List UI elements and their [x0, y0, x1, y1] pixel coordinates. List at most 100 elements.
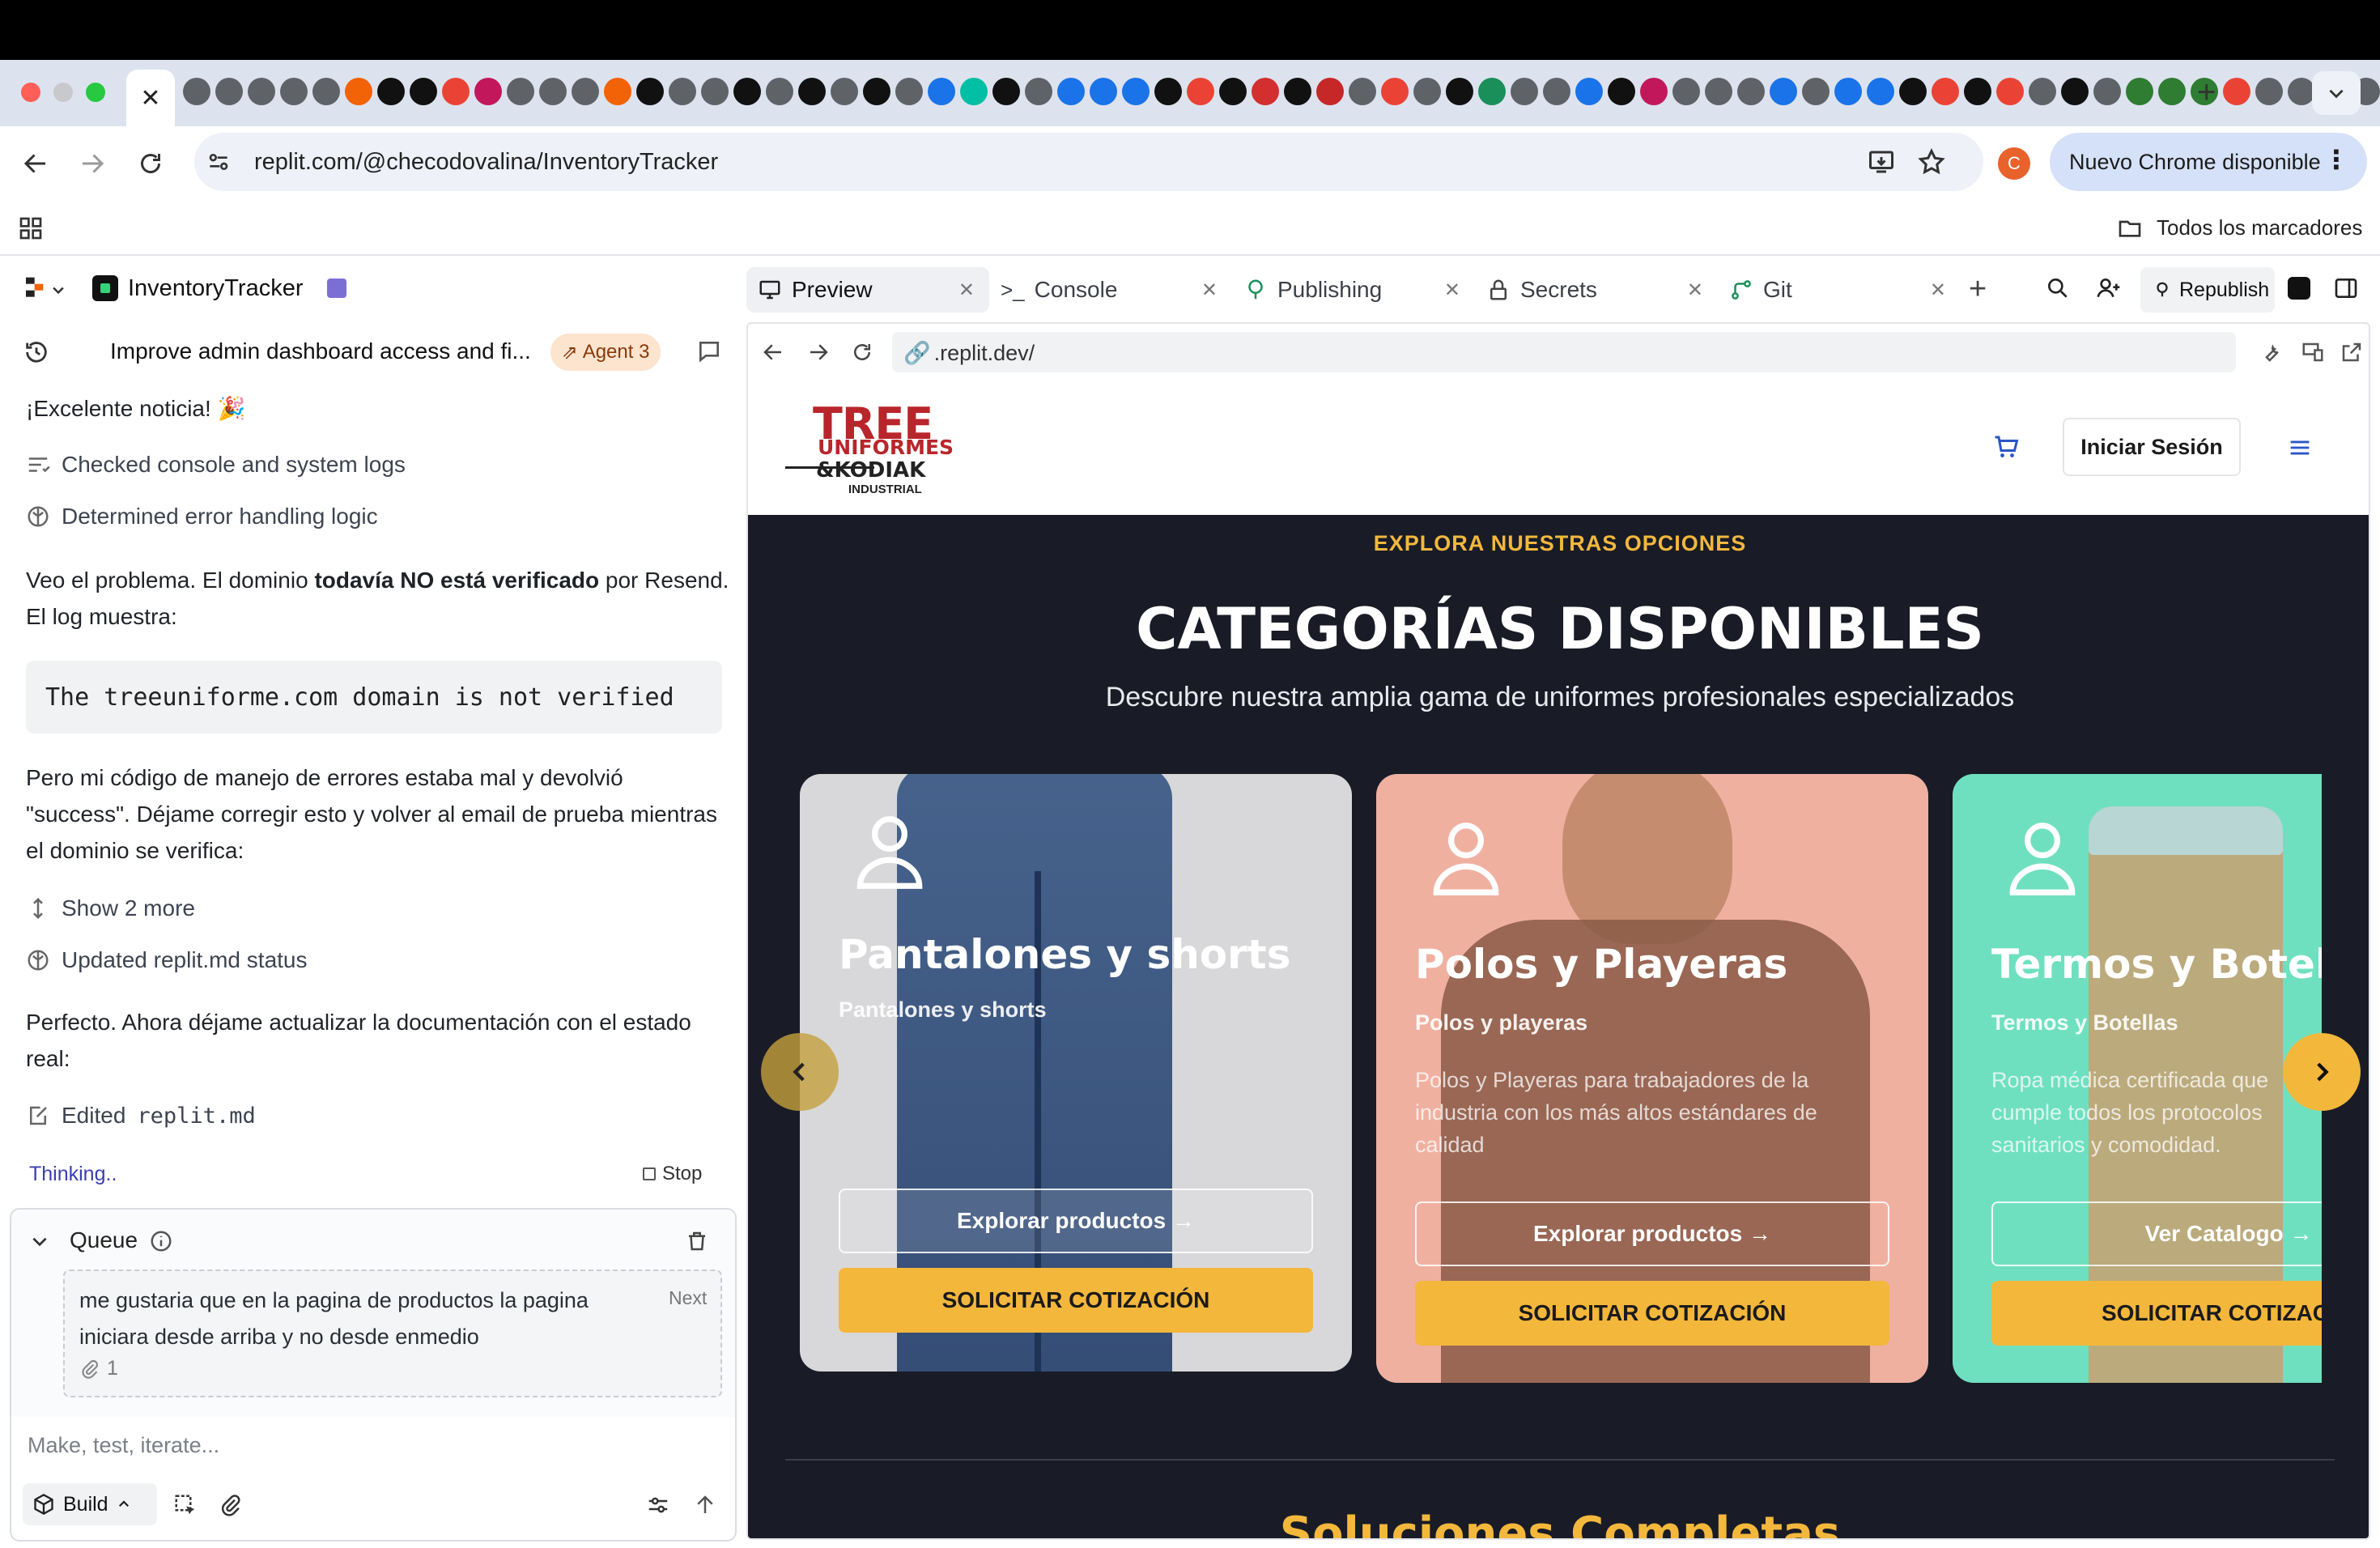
- paperclip-icon[interactable]: [219, 1493, 243, 1517]
- pinned-tab-favicon-icon[interactable]: [636, 78, 664, 105]
- show-more-button[interactable]: Show 2 more: [26, 895, 195, 921]
- close-icon[interactable]: ✕: [1930, 279, 1946, 302]
- pinned-tab-favicon-icon[interactable]: [1025, 78, 1052, 105]
- site-logo[interactable]: TREE UNIFORMES &KODIAK INDUSTRIAL: [785, 398, 954, 499]
- pinned-tab-favicon-icon[interactable]: [1964, 78, 1991, 105]
- back-arrow-icon[interactable]: [21, 149, 50, 178]
- republish-button[interactable]: Republish: [2140, 267, 2275, 313]
- request-quote-button[interactable]: SOLICITAR COTIZACIÓN: [1415, 1281, 1889, 1346]
- pinned-tab-favicon-icon[interactable]: [701, 78, 729, 105]
- close-window-button[interactable]: [21, 83, 40, 102]
- request-quote-button[interactable]: SOLICITAR COTIZACIÓN: [839, 1268, 1313, 1333]
- pinned-tab-favicon-icon[interactable]: [280, 78, 308, 105]
- pinned-tab-favicon-icon[interactable]: [1316, 78, 1344, 105]
- install-app-icon[interactable]: [1867, 147, 1896, 176]
- info-icon[interactable]: [149, 1229, 173, 1253]
- pinned-tab-favicon-icon[interactable]: [2061, 78, 2089, 105]
- pinned-tab-favicon-icon[interactable]: [1187, 78, 1214, 105]
- replit-logo-icon[interactable]: [23, 275, 49, 301]
- pinned-tab-favicon-icon[interactable]: [2093, 78, 2121, 105]
- pinned-tab-favicon-icon[interactable]: [1284, 78, 1311, 105]
- carousel-prev-button[interactable]: [761, 1033, 839, 1111]
- pinned-tab-favicon-icon[interactable]: [1640, 78, 1668, 105]
- reload-icon[interactable]: [136, 149, 165, 178]
- pinned-tab-favicon-icon[interactable]: [766, 78, 793, 105]
- sidebar-toggle-icon[interactable]: [2333, 275, 2359, 301]
- pinned-tab-favicon-icon[interactable]: [1575, 78, 1603, 105]
- chrome-update-button[interactable]: Nuevo Chrome disponible ⋮: [2050, 133, 2367, 191]
- maximize-window-button[interactable]: [86, 83, 105, 102]
- site-settings-icon[interactable]: [206, 149, 232, 175]
- pinned-tab-favicon-icon[interactable]: [733, 78, 761, 105]
- category-card-thermos[interactable]: Termos y Botellas Termos y Botellas Ropa…: [1953, 774, 2322, 1383]
- pinned-tab-favicon-icon[interactable]: [1899, 78, 1927, 105]
- pinned-tab-favicon-icon[interactable]: [1090, 78, 1117, 105]
- minimize-window-button[interactable]: [53, 83, 73, 102]
- chevron-down-icon[interactable]: [29, 1231, 50, 1252]
- category-card-polos[interactable]: Polos y Playeras Polos y playeras Polos …: [1376, 774, 1928, 1383]
- forward-arrow-icon[interactable]: [78, 149, 107, 178]
- send-arrow-icon[interactable]: [693, 1493, 717, 1517]
- pinned-tab-favicon-icon[interactable]: [2255, 78, 2283, 105]
- tab-search-button[interactable]: [2312, 71, 2361, 115]
- reload-icon[interactable]: [850, 340, 874, 364]
- forward-arrow-icon[interactable]: [806, 340, 831, 364]
- pinned-tab-favicon-icon[interactable]: [1154, 78, 1182, 105]
- cart-icon[interactable]: [1991, 432, 2021, 461]
- pinned-tab-favicon-icon[interactable]: [1672, 78, 1700, 105]
- pinned-tab-favicon-icon[interactable]: [1770, 78, 1797, 105]
- chat-input[interactable]: Make, test, iterate...: [28, 1433, 720, 1474]
- close-icon[interactable]: ✕: [1201, 279, 1218, 302]
- address-bar[interactable]: replit.com/@checodovalina/InventoryTrack…: [194, 133, 1983, 191]
- pinned-tab-favicon-icon[interactable]: [1737, 78, 1765, 105]
- tab-console[interactable]: >_ Console ✕: [989, 267, 1232, 313]
- pinned-tab-favicon-icon[interactable]: [863, 78, 890, 105]
- pinned-tab-favicon-icon[interactable]: [410, 78, 437, 105]
- pinned-tab-favicon-icon[interactable]: [2158, 78, 2186, 105]
- pinned-tab-favicon-icon[interactable]: [507, 78, 534, 105]
- back-arrow-icon[interactable]: [761, 340, 785, 364]
- pinned-tab-favicon-icon[interactable]: [2029, 78, 2056, 105]
- profile-avatar[interactable]: C: [1998, 147, 2030, 180]
- queue-item[interactable]: me gustaria que en la pagina de producto…: [63, 1269, 722, 1397]
- pinned-tab-favicon-icon[interactable]: [345, 78, 372, 105]
- close-icon[interactable]: ✕: [958, 279, 975, 302]
- pinned-tab-favicon-icon[interactable]: [248, 78, 275, 105]
- search-icon[interactable]: [2045, 275, 2071, 301]
- open-new-window-icon[interactable]: [2340, 340, 2364, 364]
- pinned-tab-favicon-icon[interactable]: [539, 78, 567, 105]
- pinned-tab-favicon-icon[interactable]: [669, 78, 696, 105]
- pinned-tab-favicon-icon[interactable]: [1996, 78, 2024, 105]
- step-determined-logic[interactable]: Determined error handling logic: [26, 504, 378, 529]
- chevron-down-icon[interactable]: [50, 282, 66, 298]
- carousel-next-button[interactable]: [2283, 1033, 2361, 1111]
- trash-icon[interactable]: [685, 1229, 709, 1253]
- pinned-tab-favicon-icon[interactable]: [1511, 78, 1538, 105]
- build-mode-select[interactable]: Build: [23, 1483, 157, 1525]
- pinned-tab-favicon-icon[interactable]: [928, 78, 955, 105]
- add-tab-button[interactable]: +: [1969, 272, 1987, 307]
- pinned-tab-favicon-icon[interactable]: [1381, 78, 1409, 105]
- pinned-tab-favicon-icon[interactable]: [1219, 78, 1247, 105]
- step-checked-logs[interactable]: Checked console and system logs: [26, 452, 406, 478]
- tab-secrets[interactable]: Secrets ✕: [1475, 267, 1718, 313]
- all-bookmarks-label[interactable]: Todos los marcadores: [2157, 215, 2362, 240]
- kebab-menu-icon[interactable]: ⋮: [2323, 144, 2349, 175]
- hamburger-menu-icon[interactable]: [2286, 434, 2314, 461]
- explore-products-button[interactable]: Explorar productos →: [839, 1189, 1313, 1253]
- pinned-tab-favicon-icon[interactable]: [1252, 78, 1279, 105]
- wrench-icon[interactable]: [2259, 340, 2283, 364]
- pinned-tab-favicon-icon[interactable]: [1478, 78, 1506, 105]
- view-catalog-button[interactable]: Ver Catalogo →: [1991, 1201, 2322, 1266]
- pinned-tab-favicon-icon[interactable]: [1834, 78, 1862, 105]
- pinned-tab-favicon-icon[interactable]: [572, 78, 599, 105]
- preview-address-bar[interactable]: 🔗 .replit.dev/: [892, 332, 2236, 372]
- devices-icon[interactable]: [2301, 340, 2325, 364]
- bookmark-star-icon[interactable]: [1917, 147, 1946, 176]
- history-icon[interactable]: [23, 338, 50, 366]
- pinned-tab-favicon-icon[interactable]: [377, 78, 405, 105]
- pinned-tab-favicon-icon[interactable]: [1705, 78, 1732, 105]
- pinned-tab-favicon-icon[interactable]: [1446, 78, 1473, 105]
- stop-button[interactable]: Stop: [643, 1163, 702, 1185]
- pinned-tab-favicon-icon[interactable]: [895, 78, 923, 105]
